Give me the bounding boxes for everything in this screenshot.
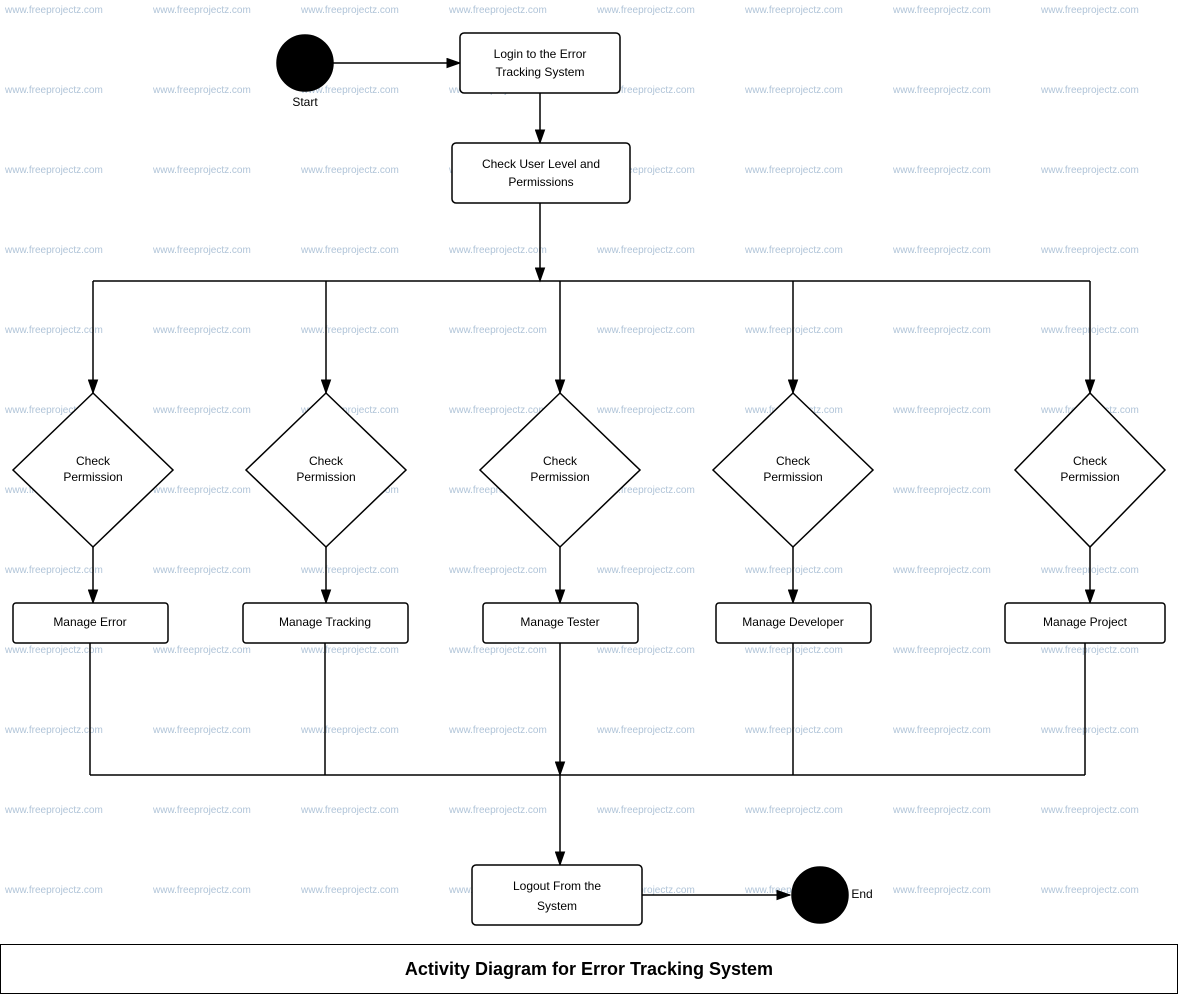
- logout-text-1: Logout From the: [513, 879, 601, 893]
- diamond-5-text-1: Check: [1073, 454, 1108, 468]
- diagram-title: Activity Diagram for Error Tracking Syst…: [405, 959, 773, 980]
- diagram-container: Start Login to the Error Tracking System…: [0, 0, 1178, 994]
- logout-text-2: System: [537, 899, 577, 913]
- logout-box: [472, 865, 642, 925]
- login-box: [460, 33, 620, 93]
- start-circle: [277, 35, 333, 91]
- check-user-text-1: Check User Level and: [482, 157, 600, 171]
- diamond-4-text-2: Permission: [763, 470, 822, 484]
- end-label: End: [851, 887, 872, 901]
- diamond-5-text-2: Permission: [1060, 470, 1119, 484]
- start-label: Start: [292, 95, 318, 109]
- diamond-3-text-2: Permission: [530, 470, 589, 484]
- check-user-box: [452, 143, 630, 203]
- diamond-3-text-1: Check: [543, 454, 578, 468]
- login-text-1: Login to the Error: [494, 47, 587, 61]
- diamond-2-text-1: Check: [309, 454, 344, 468]
- diamond-4-text-1: Check: [776, 454, 811, 468]
- diamond-1-text-2: Permission: [63, 470, 122, 484]
- login-text-2: Tracking System: [496, 65, 585, 79]
- manage-developer-text: Manage Developer: [742, 615, 843, 629]
- check-user-text-2: Permissions: [508, 175, 573, 189]
- diamond-2-text-2: Permission: [296, 470, 355, 484]
- manage-error-text: Manage Error: [53, 615, 126, 629]
- manage-tracking-text: Manage Tracking: [279, 615, 371, 629]
- manage-tester-text: Manage Tester: [520, 615, 599, 629]
- bottom-title-bar: Activity Diagram for Error Tracking Syst…: [0, 944, 1178, 994]
- diamond-1-text-1: Check: [76, 454, 111, 468]
- manage-project-text: Manage Project: [1043, 615, 1128, 629]
- end-circle: [792, 867, 848, 923]
